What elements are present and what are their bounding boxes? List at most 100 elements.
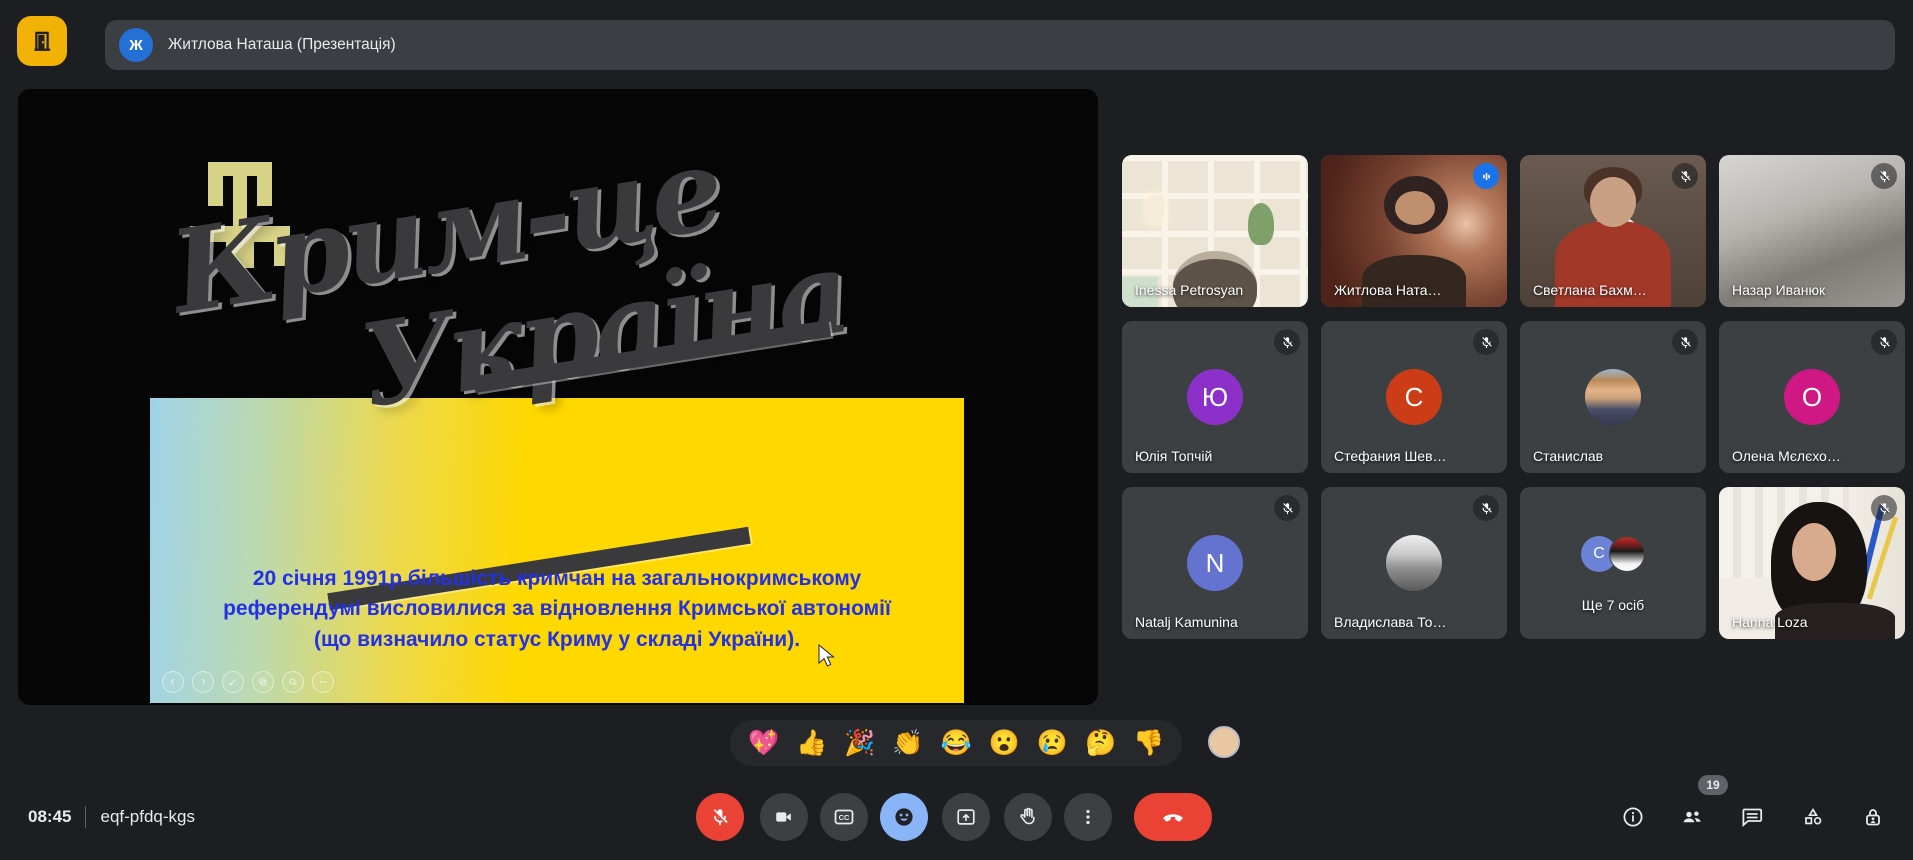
- more-options-button[interactable]: [1064, 793, 1112, 841]
- reaction-surprised[interactable]: 😮: [989, 731, 1020, 756]
- slide: Крим-це Україна 20 січня 1991р.більшість…: [150, 92, 964, 703]
- mic-off-icon: [1473, 329, 1499, 355]
- leave-call-button[interactable]: [1134, 793, 1212, 841]
- present-button[interactable]: [942, 793, 990, 841]
- slide-body-text: 20 січня 1991р.більшість кримчан на зага…: [150, 564, 964, 655]
- mic-off-icon: [1871, 495, 1897, 521]
- door-icon: [27, 26, 57, 56]
- participant-tile[interactable]: Владислава То…: [1321, 487, 1507, 639]
- participant-name: Назар Иванюк: [1732, 282, 1825, 298]
- participant-tile[interactable]: О Олена Мєлєхо…: [1719, 321, 1905, 473]
- avatar: N: [1187, 535, 1243, 591]
- camera-icon: [773, 806, 795, 828]
- avatar-photo: [1609, 536, 1645, 572]
- mute-button[interactable]: [696, 793, 744, 841]
- host-controls-button[interactable]: [1861, 805, 1885, 829]
- participant-name: Светлана Бахм…: [1533, 282, 1647, 298]
- raise-hand-button[interactable]: [1004, 793, 1052, 841]
- presenter-avatar: Ж: [119, 28, 153, 62]
- avatar-photo: [1585, 369, 1641, 425]
- more-controls-button[interactable]: [312, 671, 334, 693]
- mic-off-icon: [709, 806, 731, 828]
- mouse-cursor: [818, 644, 836, 670]
- reaction-thumbs-up[interactable]: 👍: [796, 731, 827, 756]
- phone-hangup-icon: [1160, 804, 1186, 830]
- mic-off-icon: [1672, 329, 1698, 355]
- hand-icon: [1017, 806, 1039, 828]
- mic-off-icon: [1274, 329, 1300, 355]
- participant-tile[interactable]: Светлана Бахм…: [1520, 155, 1706, 307]
- skin-tone-selector[interactable]: [1208, 726, 1240, 758]
- chat-button[interactable]: [1740, 805, 1764, 829]
- slide-background-yellow: [150, 398, 964, 704]
- mic-off-icon: [1274, 495, 1300, 521]
- reaction-thumbs-down[interactable]: 👎: [1133, 731, 1164, 756]
- participants-grid: Inessa Petrosyan Житлова Ната… Светлана …: [1122, 155, 1905, 639]
- clock: 08:45: [28, 807, 71, 827]
- top-bar: Ж Житлова Наташа (Презентація): [0, 0, 1913, 82]
- participant-tile[interactable]: Назар Иванюк: [1719, 155, 1905, 307]
- avatar-photo: [1386, 535, 1442, 591]
- reactions-button[interactable]: [880, 793, 928, 841]
- mic-off-icon: [1871, 329, 1897, 355]
- reaction-party[interactable]: 🎉: [844, 731, 875, 756]
- info-icon: [1621, 805, 1645, 829]
- participant-tile[interactable]: Житлова Ната…: [1321, 155, 1507, 307]
- mic-off-icon: [1672, 163, 1698, 189]
- participant-tile[interactable]: С Стефания Шев…: [1321, 321, 1507, 473]
- reaction-cry[interactable]: 😢: [1037, 731, 1068, 756]
- reaction-heart[interactable]: 💖: [748, 731, 779, 756]
- camera-button[interactable]: [760, 793, 808, 841]
- people-icon: [1680, 804, 1704, 830]
- participants-count-badge: 19: [1698, 775, 1728, 795]
- activities-button[interactable]: [1801, 805, 1825, 829]
- captions-icon: CC: [832, 805, 856, 829]
- participant-name: Олена Мєлєхо…: [1732, 448, 1841, 464]
- meeting-code: eqf-pfdq-kgs: [100, 807, 195, 827]
- svg-text:CC: CC: [839, 813, 850, 822]
- participant-name: Hanna Loza: [1732, 614, 1808, 630]
- pen-button[interactable]: [222, 671, 244, 693]
- prev-slide-button[interactable]: [162, 671, 184, 693]
- participant-name: Юлія Топчій: [1135, 448, 1212, 464]
- participant-name: Владислава То…: [1334, 614, 1446, 630]
- slides-overview-button[interactable]: [252, 671, 274, 693]
- shared-screen: Крим-це Україна 20 січня 1991р.більшість…: [18, 89, 1098, 705]
- captions-button[interactable]: CC: [820, 793, 868, 841]
- people-button[interactable]: [1680, 805, 1704, 829]
- participant-name: Станислав: [1533, 448, 1603, 464]
- mic-off-icon: [1871, 163, 1897, 189]
- overflow-tile[interactable]: C Ще 7 осіб: [1520, 487, 1706, 639]
- presentation-title: Житлова Наташа (Презентація): [168, 36, 396, 54]
- reaction-clap[interactable]: 👏: [892, 731, 923, 756]
- activities-icon: [1801, 805, 1825, 829]
- overflow-count-label: Ще 7 осіб: [1520, 597, 1706, 613]
- avatar: Ю: [1187, 369, 1243, 425]
- participant-tile[interactable]: Hanna Loza: [1719, 487, 1905, 639]
- mic-off-icon: [1473, 495, 1499, 521]
- participant-tile[interactable]: Inessa Petrosyan: [1122, 155, 1308, 307]
- participant-name: Inessa Petrosyan: [1135, 282, 1243, 298]
- reaction-laugh[interactable]: 😂: [941, 731, 972, 756]
- avatar: С: [1386, 369, 1442, 425]
- participant-tile[interactable]: N Natalj Kamunina: [1122, 487, 1308, 639]
- avatar: О: [1784, 369, 1840, 425]
- presentation-controls: [162, 671, 334, 693]
- reactions-bar: 💖 👍 🎉 👏 😂 😮 😢 🤔 👎: [730, 720, 1182, 766]
- present-icon: [955, 806, 977, 828]
- overflow-avatars: C: [1581, 536, 1645, 572]
- smiley-icon: [892, 805, 916, 829]
- meeting-meta: 08:45 eqf-pfdq-kgs: [28, 806, 195, 828]
- app-button[interactable]: [17, 16, 67, 66]
- more-vertical-icon: [1077, 806, 1099, 828]
- lock-icon: [1861, 805, 1885, 829]
- speaking-indicator-icon: [1473, 163, 1499, 189]
- participant-name: Стефания Шев…: [1334, 448, 1447, 464]
- next-slide-button[interactable]: [192, 671, 214, 693]
- meeting-details-button[interactable]: [1621, 805, 1645, 829]
- participant-tile[interactable]: Ю Юлія Топчій: [1122, 321, 1308, 473]
- reaction-thinking[interactable]: 🤔: [1085, 731, 1116, 756]
- divider: [85, 806, 86, 828]
- zoom-button[interactable]: [282, 671, 304, 693]
- participant-tile[interactable]: Станислав: [1520, 321, 1706, 473]
